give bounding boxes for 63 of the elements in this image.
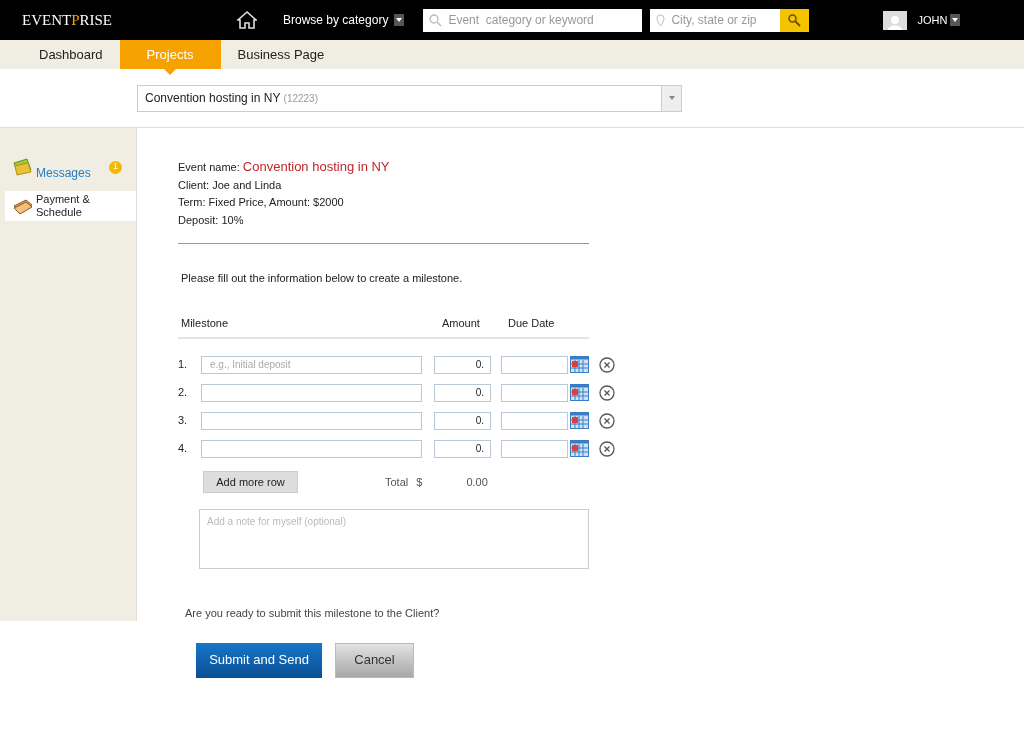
add-row-button[interactable]: Add more row — [203, 471, 298, 493]
column-header: Amount — [442, 315, 481, 331]
remove-icon[interactable] — [599, 440, 615, 457]
event-name: Event name: Convention hosting in NY — [178, 158, 391, 176]
cancel-button[interactable]: Cancel — [335, 642, 414, 678]
milestone-field[interactable] — [201, 411, 422, 430]
dropdown-icon — [661, 85, 681, 111]
due-date-field[interactable] — [501, 383, 568, 402]
row-number: 3. — [178, 413, 189, 429]
client-text: Client: Joe and Linda — [178, 177, 283, 193]
total-label: Total — [385, 474, 409, 490]
row-number: 4. — [178, 441, 189, 457]
column-header: Due Date — [508, 315, 555, 331]
milestone-field[interactable] — [201, 439, 422, 458]
count-badge: 1 — [109, 160, 122, 174]
calendar-icon[interactable] — [570, 412, 589, 429]
due-date-field[interactable] — [501, 439, 568, 458]
due-date-field[interactable] — [501, 355, 568, 374]
remove-icon[interactable] — [599, 384, 615, 401]
location-field[interactable]: City, state or zip — [650, 8, 781, 32]
folder-icon — [13, 158, 33, 176]
currency-symbol: $ — [416, 474, 423, 490]
question-text: Are you ready to submit this milestone to the Client? — [185, 606, 441, 621]
pin-icon — [656, 13, 666, 27]
submit-button[interactable]: Submit and Send — [196, 642, 322, 678]
milestone-field[interactable]: e.g., Initial deposit — [201, 355, 422, 374]
milestone-field[interactable] — [201, 383, 422, 402]
remove-icon[interactable] — [599, 412, 615, 429]
calendar-icon[interactable] — [570, 356, 589, 373]
instruction-text: Please fill out the information below to create a milestone. — [181, 271, 464, 286]
note-field[interactable]: Add a note for myself (optional) — [199, 509, 589, 569]
amount-field[interactable]: 0. — [434, 383, 491, 402]
due-date-field[interactable] — [501, 411, 568, 430]
search-field[interactable]: Event category or keyword — [423, 8, 643, 32]
term-text: Term: Fixed Price, Amount: $2000 — [178, 195, 345, 210]
sidebar-item[interactable]: Messages 1 — [5, 152, 136, 182]
amount-field[interactable]: 0. — [434, 411, 491, 430]
search-icon — [429, 13, 443, 27]
calendar-icon[interactable] — [570, 440, 589, 457]
total-amount: 0.00 — [466, 474, 488, 490]
row-number: 1. — [178, 357, 189, 373]
nav-tab[interactable]: Dashboard — [22, 40, 120, 69]
column-header: Milestone — [181, 315, 230, 331]
tab-pointer — [164, 69, 177, 75]
nav-tab[interactable]: Business Page — [220, 40, 342, 69]
cards-icon — [13, 198, 33, 214]
sidebar-item[interactable]: Payment & Schedule — [5, 191, 136, 221]
amount-field[interactable]: 0. — [434, 355, 491, 374]
user-menu[interactable]: JOHN — [917, 11, 961, 29]
browse-category-button[interactable]: Browse by category — [283, 11, 405, 29]
dropdown-icon — [950, 14, 961, 26]
project-select[interactable]: Convention hosting in NY (12223) — [137, 84, 682, 112]
calendar-icon[interactable] — [570, 384, 589, 401]
home-icon[interactable] — [237, 11, 257, 29]
search-button[interactable] — [780, 8, 810, 32]
remove-icon[interactable] — [599, 356, 615, 373]
row-number: 2. — [178, 385, 189, 401]
deposit-text: Deposit: 10% — [178, 212, 245, 228]
amount-field[interactable]: 0. — [434, 439, 491, 458]
dropdown-icon — [394, 14, 405, 26]
avatar-icon[interactable] — [883, 10, 908, 30]
logo[interactable]: EVENTPRISE — [22, 8, 234, 32]
search-icon — [788, 13, 802, 27]
